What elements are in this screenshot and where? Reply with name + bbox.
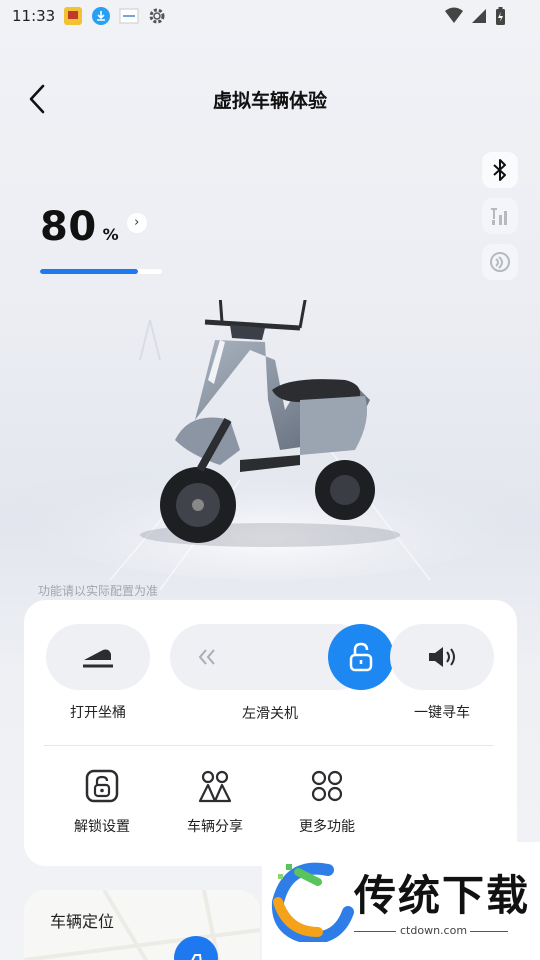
more-functions-button[interactable] (307, 766, 347, 806)
more-functions-label: 更多功能 (299, 819, 355, 835)
share-users-icon (198, 770, 232, 803)
download-icon (91, 6, 111, 26)
watermark-text: 传统下载 (354, 871, 531, 920)
scooter-image (10, 278, 530, 591)
signal-bars-icon (491, 208, 507, 225)
battery-progress-fill (40, 269, 138, 274)
vehicle-location-card[interactable]: 车辆定位 (24, 890, 260, 960)
status-bar: 11:33 (0, 0, 540, 32)
vehicle-location-title: 车辆定位 (50, 912, 115, 931)
bluetooth-icon (493, 159, 506, 181)
divider (44, 745, 494, 746)
watermark-rule-right (470, 931, 508, 932)
unlock-icon (349, 642, 373, 672)
find-vehicle-label: 一键寻车 (414, 705, 470, 721)
unlock-settings-button[interactable] (82, 766, 122, 806)
vehicle-share-label: 车辆分享 (187, 819, 243, 835)
scooter-pin-icon (191, 954, 202, 960)
open-seat-label: 打开坐桶 (70, 705, 126, 721)
grid-apps-icon (311, 770, 343, 802)
lock-settings-icon (85, 769, 119, 803)
status-time: 11:33 (12, 7, 56, 25)
app-notification-icon (63, 6, 83, 26)
find-vehicle-button[interactable] (390, 624, 494, 690)
signal-icon (470, 7, 488, 29)
disclaimer-text: 功能请以实际配置为准 (38, 584, 159, 598)
battery-value: 80 (40, 204, 97, 250)
signal-strength-button[interactable] (482, 198, 518, 234)
seat-icon (83, 649, 113, 668)
slide-to-shutdown[interactable] (170, 624, 394, 690)
slide-shutdown-label: 左滑关机 (242, 706, 298, 722)
wifi-icon (444, 7, 464, 29)
chevron-right-icon[interactable]: › (126, 212, 147, 233)
header: 虚拟车辆体验 (0, 72, 540, 126)
nfc-icon (490, 252, 510, 272)
battery-level[interactable]: 80 % › (40, 204, 147, 250)
control-card: 打开坐桶 左滑关机 一键寻车 解锁设置 车辆分享 更多功能 (24, 600, 517, 866)
vehicle-share-button[interactable] (195, 766, 235, 806)
battery-status-icon (494, 6, 506, 30)
battery-progress-bar (40, 269, 162, 274)
page-title: 虚拟车辆体验 (212, 90, 327, 112)
app-notification-icon-2 (119, 6, 139, 26)
settings-gear-icon (147, 6, 167, 26)
battery-unit: % (102, 225, 119, 244)
chevron-double-left-icon (198, 649, 215, 665)
unlock-settings-label: 解锁设置 (74, 819, 130, 835)
watermark-logo-icon (271, 862, 354, 942)
open-seat-button[interactable] (46, 624, 150, 690)
slide-handle[interactable] (328, 624, 394, 690)
watermark: 传统下载 ctdown.com (262, 842, 540, 960)
nfc-button[interactable] (482, 244, 518, 280)
bluetooth-button[interactable] (482, 152, 518, 188)
scooter-scene (0, 278, 540, 591)
watermark-rule-left (354, 931, 396, 932)
watermark-url: ctdown.com (400, 924, 468, 937)
speaker-icon (429, 647, 455, 667)
